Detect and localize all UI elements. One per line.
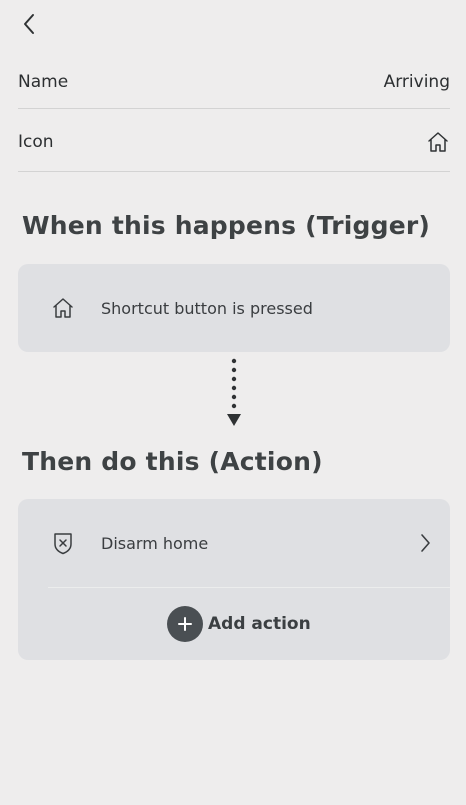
add-action-label: Add action <box>208 614 311 634</box>
home-icon <box>50 295 76 321</box>
automation-editor-page: Name Arriving Icon When this happens (Tr… <box>0 0 466 805</box>
divider <box>48 587 450 588</box>
shield-x-icon <box>50 530 76 556</box>
back-button[interactable] <box>16 10 42 38</box>
flow-connector-icon <box>227 358 241 426</box>
icon-label: Icon <box>18 132 54 152</box>
action-item-label: Disarm home <box>101 533 209 553</box>
trigger-card[interactable]: Shortcut button is pressed <box>18 264 450 352</box>
divider <box>18 171 450 172</box>
divider <box>18 108 450 109</box>
plus-icon <box>167 606 203 642</box>
chevron-left-icon <box>24 14 34 34</box>
name-label: Name <box>18 72 69 92</box>
chevron-right-icon <box>421 534 430 552</box>
trigger-section-title: When this happens (Trigger) <box>22 211 431 240</box>
trigger-item[interactable]: Shortcut button is pressed <box>18 264 450 352</box>
home-icon <box>428 132 448 152</box>
action-card: Disarm home Add action <box>18 499 450 660</box>
add-action-button[interactable]: Add action <box>167 606 311 642</box>
trigger-item-label: Shortcut button is pressed <box>101 298 313 318</box>
name-value: Arriving <box>383 72 450 92</box>
action-section-title: Then do this (Action) <box>22 447 323 476</box>
action-item-disarm-home[interactable]: Disarm home <box>18 499 450 587</box>
name-row[interactable]: Name Arriving <box>18 56 450 108</box>
icon-row[interactable]: Icon <box>18 118 450 166</box>
